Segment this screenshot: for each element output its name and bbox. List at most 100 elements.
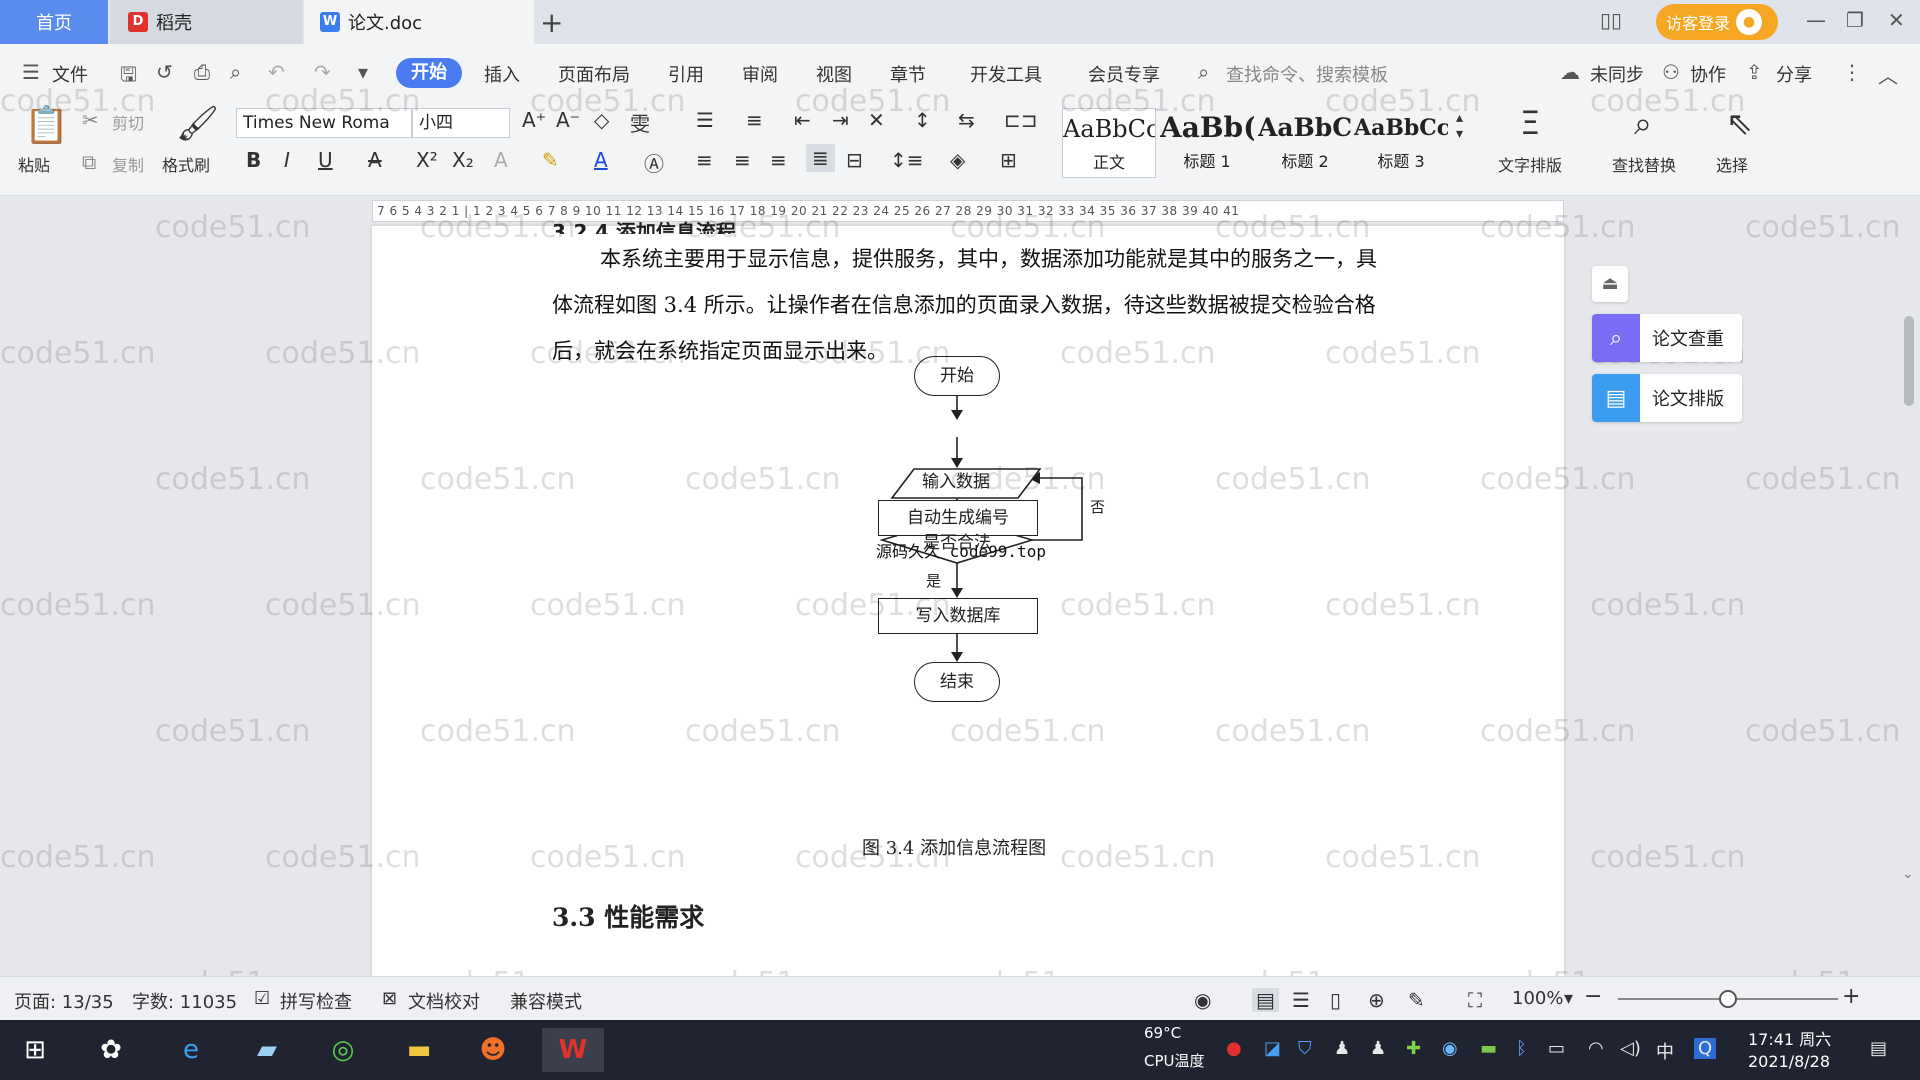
visitor-login-button[interactable]: 访客登录 ● <box>1656 4 1778 40</box>
numbered-list-icon[interactable]: ≡ <box>746 108 763 132</box>
app-orange-icon[interactable]: ☻ <box>470 1028 516 1072</box>
vertical-scrollbar[interactable]: ⌄ <box>1900 226 1920 976</box>
text-layout-button[interactable]: 文字排版 <box>1498 152 1562 176</box>
collab-button[interactable]: 协作 <box>1690 61 1726 87</box>
underline-icon[interactable]: U <box>318 148 333 172</box>
select-button[interactable]: 选择 <box>1716 152 1748 176</box>
ime-indicator[interactable]: 中 <box>1656 1038 1674 1064</box>
save-icon[interactable]: 🖫 <box>120 60 137 94</box>
outline-view-icon[interactable]: ☰ <box>1292 988 1310 1012</box>
spell-check-button[interactable]: 拼写检查 <box>280 988 352 1014</box>
file-explorer-icon[interactable]: ▬ <box>396 1028 442 1072</box>
collapse-panel-icon[interactable]: ⏏ <box>1592 266 1628 302</box>
document-page[interactable]: 3.2.4 添加信息流程 本系统主要用于显示信息，提供服务，其中，数据添加功能就… <box>372 220 1564 976</box>
fit-page-icon[interactable]: ⛶ <box>1468 988 1482 1012</box>
style-heading-2[interactable]: AaBbC 标题 2 <box>1258 108 1352 178</box>
subscript-icon[interactable]: X₂ <box>452 148 474 172</box>
print-preview-icon[interactable]: ⌕ <box>230 60 241 84</box>
tray-qq2-icon[interactable]: ♟ <box>1370 1038 1386 1059</box>
paste-button[interactable]: 粘贴 <box>18 152 50 176</box>
decrease-indent-icon[interactable]: ⇤ <box>794 108 811 132</box>
paste-icon[interactable]: 📋 <box>24 104 69 146</box>
tray-plus-icon[interactable]: ✚ <box>1406 1038 1421 1059</box>
menu-member[interactable]: 会员专享 <box>1088 61 1160 87</box>
horizontal-ruler[interactable]: 7 6 5 4 3 2 1 | 1 2 3 4 5 6 7 8 9 10 11 … <box>372 200 1564 222</box>
bullet-list-icon[interactable]: ☰ <box>696 108 714 132</box>
zoom-slider[interactable] <box>1618 990 1838 1008</box>
wps-writer-icon[interactable]: W <box>542 1028 604 1072</box>
align-center-icon[interactable]: ≡ <box>734 148 751 172</box>
fan-app-icon[interactable]: ✿ <box>88 1028 134 1072</box>
menu-file[interactable]: 文件 <box>52 61 88 87</box>
align-left-icon[interactable]: ≡ <box>696 148 713 172</box>
command-search-input[interactable]: 查找命令、搜索模板 <box>1226 61 1388 87</box>
close-icon[interactable]: ✕ <box>1888 8 1905 32</box>
find-replace-icon[interactable]: ⌕ <box>1634 104 1652 143</box>
print-icon[interactable]: ⎙ <box>194 60 210 84</box>
new-tab-button[interactable]: + <box>540 6 563 39</box>
highlight-icon[interactable]: ✎ <box>542 148 559 172</box>
italic-icon[interactable]: I <box>284 148 290 172</box>
shrink-font-icon[interactable]: A⁻ <box>556 108 580 132</box>
menu-review[interactable]: 审阅 <box>742 61 778 87</box>
collapse-ribbon-icon[interactable]: ︿ <box>1878 60 1898 89</box>
hamburger-icon[interactable]: ☰ <box>22 60 40 84</box>
volume-icon[interactable]: ◁) <box>1620 1038 1641 1059</box>
menu-insert[interactable]: 插入 <box>484 61 520 87</box>
zoom-dropdown-icon[interactable]: ▾ <box>1564 988 1573 1009</box>
menu-references[interactable]: 引用 <box>668 61 704 87</box>
undo-icon[interactable]: ↶ <box>268 60 285 84</box>
ie-browser-icon[interactable]: e <box>168 1028 214 1072</box>
superscript-icon[interactable]: X² <box>416 148 438 172</box>
tray-qq-icon[interactable]: ♟ <box>1334 1038 1350 1059</box>
bluetooth-icon[interactable]: ᛒ <box>1516 1038 1527 1059</box>
clock-time[interactable]: 17:41 周六 <box>1748 1026 1831 1050</box>
increase-indent-icon[interactable]: ⇥ <box>832 108 849 132</box>
paper-check-button[interactable]: ⌕ 论文查重 <box>1592 314 1742 362</box>
quick-access-dropdown-icon[interactable]: ▾ <box>358 60 368 84</box>
copy-button[interactable]: 复制 <box>112 152 144 176</box>
tray-q-icon[interactable]: Q <box>1694 1038 1717 1059</box>
minimize-icon[interactable]: — <box>1806 8 1826 32</box>
word-count[interactable]: 字数: 11035 <box>132 988 237 1014</box>
sync-button[interactable]: 未同步 <box>1590 61 1644 87</box>
more-icon[interactable]: ⋮ <box>1842 60 1862 84</box>
eye-protect-icon[interactable]: ◉ <box>1194 988 1211 1012</box>
style-normal[interactable]: AaBbCcI 正文 <box>1062 108 1156 178</box>
chinese-layout-icon[interactable]: ✕ <box>868 108 885 132</box>
sort-icon[interactable]: ↕ <box>914 108 931 132</box>
tray-app-icon[interactable]: ● <box>1226 1038 1242 1059</box>
bold-icon[interactable]: B <box>246 148 261 172</box>
zoom-slider-knob[interactable] <box>1719 990 1737 1008</box>
tab-home[interactable]: 首页 <box>0 0 108 44</box>
tab-stops-icon[interactable]: ⊏⊐ <box>1004 108 1038 132</box>
phonetic-icon[interactable]: 雯 <box>630 108 650 137</box>
shading-icon[interactable]: ◈ <box>950 148 965 172</box>
history-icon[interactable]: ↺ <box>156 60 173 84</box>
justify-icon[interactable]: ≣ <box>806 144 835 172</box>
style-heading-1[interactable]: AaBb( 标题 1 <box>1160 108 1254 178</box>
menu-developer[interactable]: 开发工具 <box>970 61 1042 87</box>
tray-network-app-icon[interactable]: ◪ <box>1264 1038 1281 1059</box>
redo-icon[interactable]: ↷ <box>314 60 331 84</box>
text-layout-icon[interactable]: Ξ <box>1520 104 1540 142</box>
grow-font-icon[interactable]: A⁺ <box>522 108 546 132</box>
zoom-in-icon[interactable]: + <box>1842 984 1860 1009</box>
read-view-icon[interactable]: ▯ <box>1330 988 1341 1012</box>
font-color-icon[interactable]: A <box>594 148 608 172</box>
align-right-icon[interactable]: ≡ <box>770 148 787 172</box>
share-button[interactable]: 分享 <box>1776 61 1812 87</box>
paper-layout-button[interactable]: ▤ 论文排版 <box>1592 374 1742 422</box>
styles-scroll-icon[interactable]: ▴ ▾ <box>1456 110 1463 142</box>
format-painter-icon[interactable]: 🖌 <box>176 104 219 144</box>
page-view-icon[interactable]: ▤ <box>1252 988 1279 1012</box>
scrollbar-thumb[interactable] <box>1904 316 1914 406</box>
menu-view[interactable]: 视图 <box>816 61 852 87</box>
line-spacing-icon[interactable]: ↕≡ <box>890 148 924 172</box>
style-heading-3[interactable]: AaBbCc 标题 3 <box>1354 108 1448 178</box>
borders-icon[interactable]: ⊞ <box>1000 148 1017 172</box>
char-border-icon[interactable]: Ⓐ <box>644 148 664 177</box>
menu-start[interactable]: 开始 <box>396 58 462 88</box>
zoom-out-icon[interactable]: − <box>1584 984 1602 1009</box>
pen-icon[interactable]: ✎ <box>1408 988 1425 1012</box>
